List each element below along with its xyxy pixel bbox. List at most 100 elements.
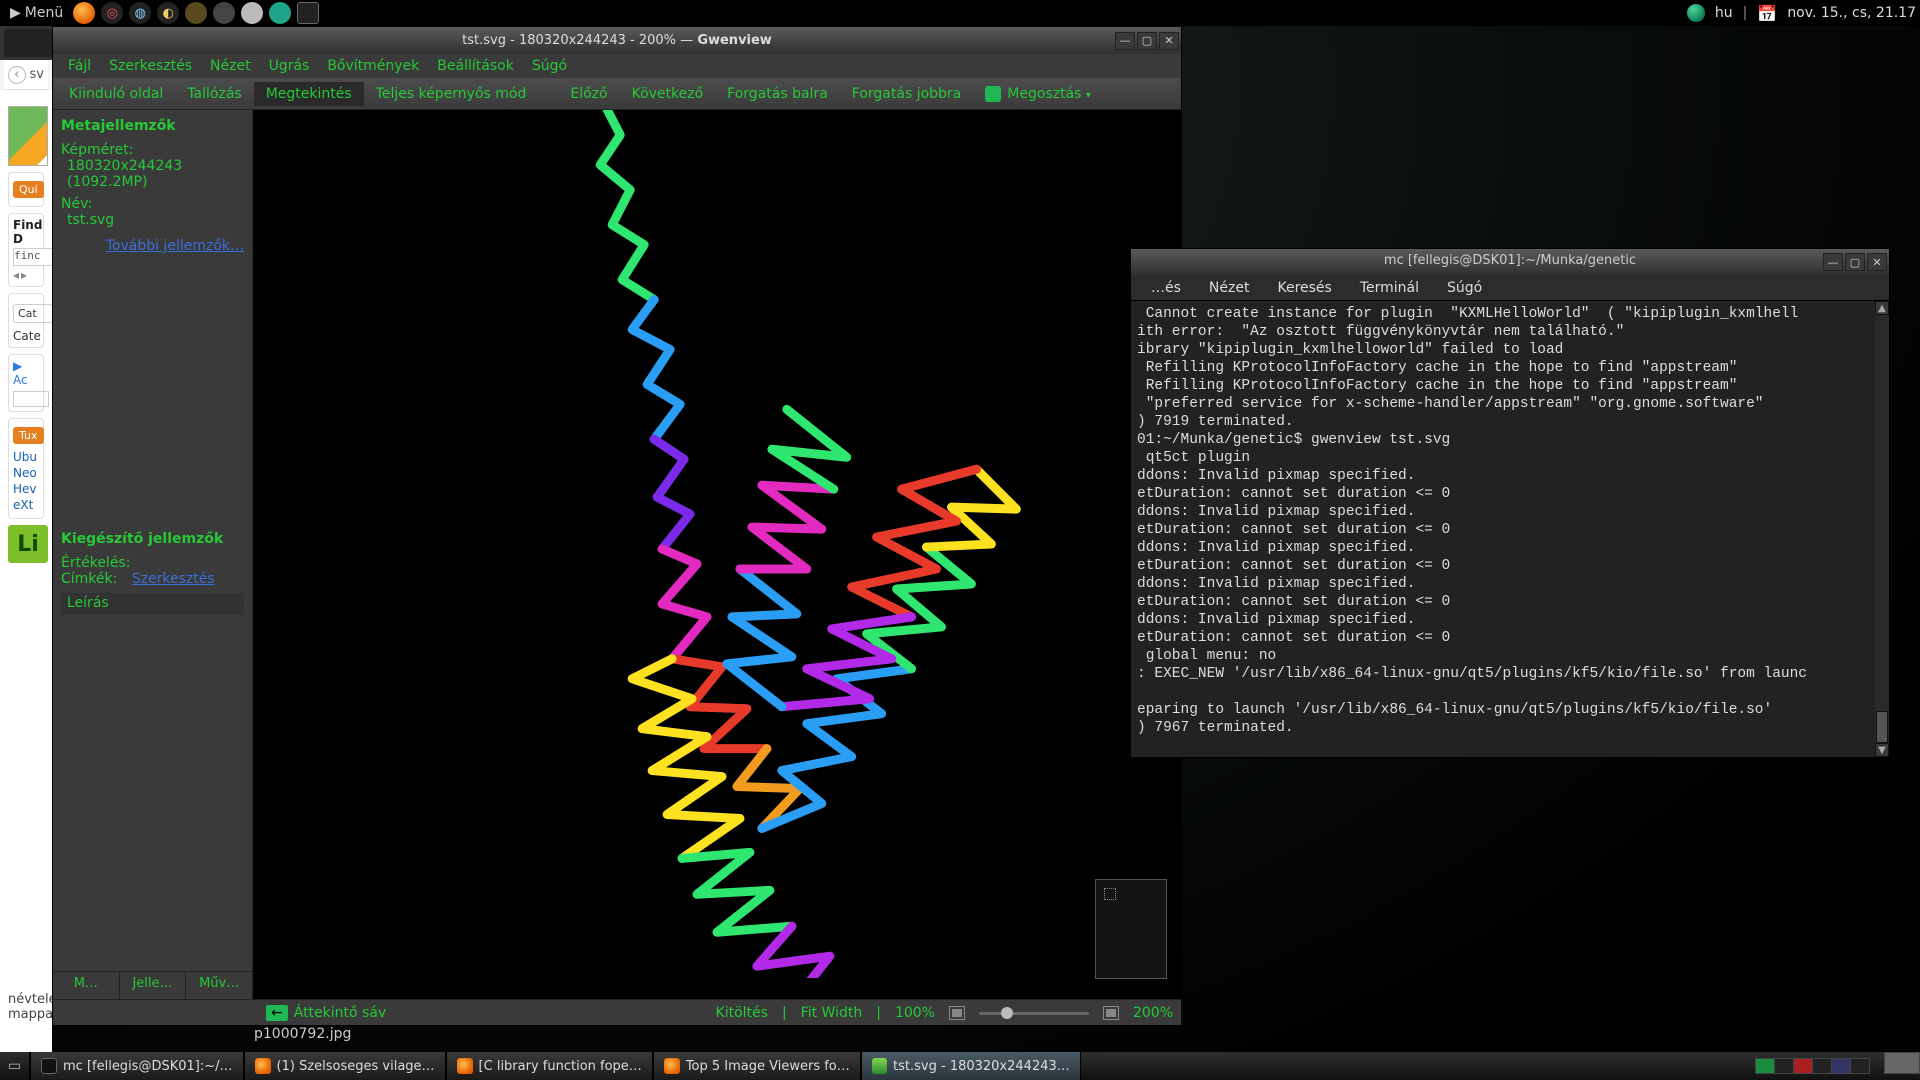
fit-width-button[interactable]: Fit Width xyxy=(801,1005,863,1021)
link[interactable]: Ubu xyxy=(13,450,39,464)
back-button[interactable]: ‹ xyxy=(8,66,26,84)
rotate-right-button[interactable]: Forgatás jobbra xyxy=(840,82,973,106)
zoom-slider[interactable] xyxy=(979,1006,1089,1020)
scroll-down-icon[interactable]: ▼ xyxy=(1875,743,1889,757)
menu-item[interactable]: …és xyxy=(1137,278,1195,298)
app-icon[interactable]: ◐ xyxy=(157,2,179,24)
taskbar-entry[interactable]: Top 5 Image Viewers fo… xyxy=(653,1052,861,1080)
scroll-left-icon[interactable]: ◂ xyxy=(13,268,19,282)
navigator-thumbnail[interactable] xyxy=(1095,879,1167,979)
side-tab[interactable]: Műv… xyxy=(186,972,253,999)
minimize-button[interactable]: — xyxy=(1115,32,1135,50)
app-icon[interactable] xyxy=(241,2,263,24)
link[interactable]: Neo xyxy=(13,466,39,480)
scroll-up-icon[interactable]: ▲ xyxy=(1875,301,1889,315)
workspace[interactable] xyxy=(1831,1058,1851,1074)
show-desktop-button[interactable]: ▭ xyxy=(0,1052,30,1080)
link[interactable]: eXt xyxy=(13,498,39,512)
browser-tab[interactable] xyxy=(4,29,52,57)
zoom-in-icon[interactable] xyxy=(1103,1006,1119,1020)
zoom-out-icon[interactable] xyxy=(949,1006,965,1020)
menu-plugins[interactable]: Bővítmények xyxy=(318,56,428,76)
files-icon[interactable] xyxy=(185,2,207,24)
workspace[interactable] xyxy=(1850,1058,1870,1074)
next-button[interactable]: Következő xyxy=(620,82,716,106)
terminal-output[interactable]: Cannot create instance for plugin "KXMLH… xyxy=(1131,301,1875,757)
calendar-icon[interactable]: 📅 xyxy=(1757,4,1777,23)
app-icon[interactable]: ◍ xyxy=(129,2,151,24)
terminal-icon[interactable] xyxy=(297,2,319,24)
app-icon[interactable] xyxy=(269,2,291,24)
minimize-button[interactable]: — xyxy=(1823,253,1843,271)
fullscreen-button[interactable]: Teljes képernyős mód xyxy=(364,82,539,106)
app-icon[interactable]: ◎ xyxy=(101,2,123,24)
distro-thumbnail[interactable] xyxy=(8,106,48,166)
taskbar-entry[interactable]: [C library function fope… xyxy=(446,1052,653,1080)
zoom-100-button[interactable]: 100% xyxy=(895,1005,935,1021)
taskbar-entry[interactable]: tst.svg - 180320x244243… xyxy=(861,1052,1081,1080)
overview-label[interactable]: Áttekintő sáv xyxy=(294,1005,386,1021)
fit-fill-button[interactable]: Kitöltés xyxy=(716,1005,768,1021)
close-button[interactable]: ✕ xyxy=(1867,253,1887,271)
more-properties-link[interactable]: További jellemzők… xyxy=(61,238,244,254)
category-button[interactable]: Cat xyxy=(13,304,52,323)
keyboard-layout[interactable]: hu xyxy=(1715,5,1733,21)
menu-edit[interactable]: Szerkesztés xyxy=(100,56,201,76)
search-input[interactable] xyxy=(13,391,49,407)
app-menu-button[interactable]: ▶ Menü xyxy=(4,5,69,21)
workspace[interactable] xyxy=(1812,1058,1832,1074)
share-button[interactable]: Megosztás ▾ xyxy=(973,82,1103,106)
view-button[interactable]: Megtekintés xyxy=(254,82,364,106)
side-panel: Metajellemzők Képméret: 180320x244243 (1… xyxy=(53,110,253,999)
folder-icon[interactable] xyxy=(213,2,235,24)
linux-badge[interactable]: Li xyxy=(8,525,48,563)
firefox-icon[interactable] xyxy=(73,2,95,24)
zoom-value[interactable]: 200% xyxy=(1133,1005,1173,1021)
close-button[interactable]: ✕ xyxy=(1159,32,1179,50)
start-page-button[interactable]: Kiinduló oldal xyxy=(57,82,175,106)
menu-help[interactable]: Súgó xyxy=(1433,278,1496,298)
browse-button[interactable]: Tallózás xyxy=(175,82,253,106)
window-titlebar[interactable]: mc [fellegis@DSK01]:~/Munka/genetic — ▢ … xyxy=(1131,249,1889,275)
prev-button[interactable]: Előző xyxy=(558,82,619,106)
workspace[interactable] xyxy=(1774,1058,1794,1074)
scroll-right-icon[interactable]: ▸ xyxy=(21,268,27,282)
toolbar: Kiinduló oldal Tallózás Megtekintés Telj… xyxy=(53,78,1181,110)
meta-heading: Metajellemzők xyxy=(61,118,244,134)
menu-help[interactable]: Súgó xyxy=(523,56,576,76)
side-tab[interactable]: Jelle… xyxy=(120,972,187,999)
size-label: Képméret: xyxy=(61,142,244,158)
taskbar-entry[interactable]: (1) Szelsoseges vilage… xyxy=(244,1052,446,1080)
menu-view[interactable]: Nézet xyxy=(1195,278,1264,298)
description-input[interactable]: Leírás xyxy=(61,593,244,615)
find-input[interactable]: finc xyxy=(13,248,52,266)
scrollbar-thumb[interactable] xyxy=(1876,711,1888,743)
tux-button[interactable]: Tux xyxy=(13,427,44,444)
rotate-left-button[interactable]: Forgatás balra xyxy=(715,82,840,106)
workspace-pager[interactable] xyxy=(1750,1052,1876,1080)
menu-go[interactable]: Ugrás xyxy=(260,56,319,76)
image-viewer[interactable] xyxy=(253,110,1181,999)
extra-heading: Kiegészítő jellemzők xyxy=(61,531,244,547)
menu-view[interactable]: Nézet xyxy=(201,56,260,76)
menu-settings[interactable]: Beállítások xyxy=(428,56,523,76)
maximize-button[interactable]: ▢ xyxy=(1845,253,1865,271)
network-icon[interactable] xyxy=(1687,4,1705,22)
window-titlebar[interactable]: tst.svg - 180320x244243 - 200% — Gwenvie… xyxy=(53,27,1181,54)
tray-preview[interactable] xyxy=(1884,1052,1920,1074)
overview-toggle-icon[interactable]: ← xyxy=(266,1005,288,1021)
link[interactable]: Ac xyxy=(13,373,28,387)
link[interactable]: Hev xyxy=(13,482,39,496)
clock[interactable]: nov. 15., cs, 21.17 xyxy=(1787,5,1916,21)
edit-tags-link[interactable]: Szerkesztés xyxy=(132,571,215,587)
side-tab[interactable]: M… xyxy=(53,972,120,999)
menu-file[interactable]: Fájl xyxy=(59,56,100,76)
menu-terminal[interactable]: Terminál xyxy=(1346,278,1433,298)
menu-search[interactable]: Keresés xyxy=(1263,278,1345,298)
quick-button[interactable]: Qui xyxy=(13,181,44,198)
taskbar-entry[interactable]: mc [fellegis@DSK01]:~/… xyxy=(30,1052,244,1080)
scrollbar[interactable]: ▲ ▼ xyxy=(1875,301,1889,757)
workspace[interactable] xyxy=(1793,1058,1813,1074)
maximize-button[interactable]: ▢ xyxy=(1137,32,1157,50)
workspace[interactable] xyxy=(1755,1058,1775,1074)
